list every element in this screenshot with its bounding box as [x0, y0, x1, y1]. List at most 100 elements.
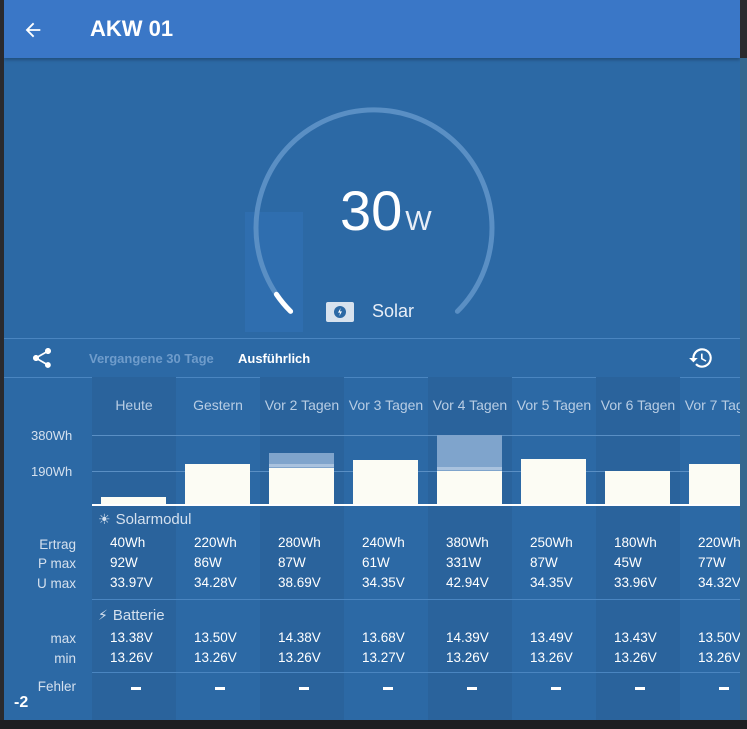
divider-battery: [92, 599, 740, 600]
day-cell-pmax: 61W: [362, 555, 390, 570]
day-cell-ertrag: 220Wh: [194, 535, 237, 550]
power-unit: W: [405, 205, 432, 236]
day-cell-pmax: 86W: [194, 555, 222, 570]
day-cell-umax: 38.69V: [278, 575, 321, 590]
day-column[interactable]: Vor 7 Tagen 220Wh 77W 34.32V 13.50V 13.26V: [680, 377, 740, 720]
day-cell-ertrag: 250Wh: [530, 535, 573, 550]
day-cell-bat-max: 13.50V: [194, 630, 237, 645]
day-cell-bat-min: 13.26V: [698, 650, 740, 665]
yield-bar-stripe: [269, 463, 334, 467]
day-cell-bat-min: 13.26V: [614, 650, 657, 665]
yield-bar-overflow: [437, 435, 502, 472]
share-button[interactable]: [30, 346, 54, 370]
day-cell-umax: 33.96V: [614, 575, 657, 590]
power-value: 30 W: [340, 183, 432, 239]
app-bar: AKW 01: [4, 0, 740, 58]
gridline-380: [92, 435, 740, 436]
day-cell-bat-max: 14.38V: [278, 630, 321, 645]
day-cell-bat-min: 13.26V: [278, 650, 321, 665]
day-cell-bat-max: 13.38V: [110, 630, 153, 645]
row-label-fehler: Fehler: [37, 679, 76, 694]
day-column[interactable]: Vor 5 Tagen 250Wh 87W 34.35V 13.49V 13.26V: [512, 377, 596, 720]
yield-bar: [269, 467, 334, 504]
tab-past-30-days[interactable]: Vergangene 30 Tage: [89, 351, 214, 366]
day-cell-pmax: 87W: [278, 555, 306, 570]
day-header: Vor 6 Tagen: [600, 397, 676, 413]
back-button[interactable]: [18, 15, 48, 45]
row-label-min: min: [54, 651, 76, 666]
yield-bar: [101, 496, 166, 504]
day-cell-ertrag: 380Wh: [446, 535, 489, 550]
day-cell-ertrag: 280Wh: [278, 535, 321, 550]
day-cell-ertrag: 40Wh: [110, 535, 146, 550]
error-dash: [719, 687, 729, 690]
history-button[interactable]: [688, 345, 714, 371]
day-header: Vor 2 Tagen: [264, 397, 340, 413]
error-dash: [383, 687, 393, 690]
history-icon: [689, 348, 712, 368]
yield-bar-stripe: [437, 467, 502, 471]
day-cell-pmax: 92W: [110, 555, 138, 570]
yield-bar: [605, 471, 670, 504]
app-window: AKW 01 30 W Solar Vergangene 30 Tage Aus…: [4, 0, 740, 720]
yield-bar: [689, 464, 740, 504]
section-solar-label: Solarmodul: [115, 511, 192, 528]
day-cell-bat-max: 13.43V: [614, 630, 657, 645]
day-cell-pmax: 87W: [530, 555, 558, 570]
share-icon: [33, 348, 51, 368]
day-header: Vor 7 Tagen: [684, 397, 740, 413]
row-label-umax: U max: [36, 576, 76, 591]
power-gauge: 30 W Solar: [4, 58, 740, 338]
day-cell-bat-max: 13.50V: [698, 630, 740, 645]
window-edge: [740, 58, 747, 720]
error-dash: [635, 687, 645, 690]
error-dash: [551, 687, 561, 690]
day-cell-umax: 33.97V: [110, 575, 153, 590]
section-solar: ☀ Solarmodul: [98, 511, 191, 528]
day-header: Vor 3 Tagen: [348, 397, 424, 413]
page-title: AKW 01: [90, 16, 174, 41]
taskbar-strip: [0, 720, 747, 729]
day-header: Vor 4 Tagen: [432, 397, 508, 413]
day-column[interactable]: Vor 4 Tagen 380Wh 331W 42.94V 14.39V 13.26V: [428, 377, 512, 720]
day-cell-ertrag: 180Wh: [614, 535, 657, 550]
row-label-ertrag: Ertrag: [39, 537, 76, 552]
row-label-pmax: P max: [37, 556, 76, 571]
day-cell-bat-min: 13.27V: [362, 650, 405, 665]
divider-errors: [92, 672, 740, 673]
day-cell-umax: 34.28V: [194, 575, 237, 590]
history-table: Heute 40Wh 92W 33.97V 13.38V 13.26V Gestern 220…: [4, 377, 740, 720]
power-number: 30: [340, 179, 403, 242]
row-label-max: max: [50, 631, 76, 646]
day-cell-umax: 34.35V: [530, 575, 573, 590]
day-cell-ertrag: 220Wh: [698, 535, 740, 550]
day-column[interactable]: Heute 40Wh 92W 33.97V 13.38V 13.26V: [92, 377, 176, 720]
source-label: Solar: [372, 301, 415, 321]
axis-label-190: 190Wh: [31, 464, 73, 479]
tab-detailed[interactable]: Ausführlich: [238, 351, 310, 366]
day-column[interactable]: Vor 3 Tagen 240Wh 61W 34.35V 13.68V 13.27V: [344, 377, 428, 720]
day-column[interactable]: Gestern 220Wh 86W 34.28V 13.50V 13.26V: [176, 377, 260, 720]
day-header: Gestern: [193, 397, 243, 413]
day-cell-bat-max: 13.49V: [530, 630, 573, 645]
error-dash: [467, 687, 477, 690]
yield-bar: [353, 460, 418, 504]
chart-baseline: [92, 504, 740, 506]
axis-label-380: 380Wh: [31, 428, 73, 443]
day-cell-umax: 34.32V: [698, 575, 740, 590]
error-dash: [215, 687, 225, 690]
day-column[interactable]: Vor 6 Tagen 180Wh 45W 33.96V 13.43V 13.26V: [596, 377, 680, 720]
day-cell-bat-min: 13.26V: [110, 650, 153, 665]
solar-charger-icon: [326, 301, 354, 322]
arrow-left-icon: [25, 22, 41, 38]
day-cell-umax: 34.35V: [362, 575, 405, 590]
day-cell-pmax: 45W: [614, 555, 642, 570]
lightning-icon: ⚡: [98, 607, 108, 623]
error-dash: [131, 687, 141, 690]
day-cell-pmax: 331W: [446, 555, 482, 570]
day-cell-bat-max: 14.39V: [446, 630, 489, 645]
day-column[interactable]: Vor 2 Tagen 280Wh 87W 38.69V 14.38V 13.26V: [260, 377, 344, 720]
day-cell-bat-max: 13.68V: [362, 630, 405, 645]
yield-bar: [185, 464, 250, 504]
day-cell-bat-min: 13.26V: [446, 650, 489, 665]
